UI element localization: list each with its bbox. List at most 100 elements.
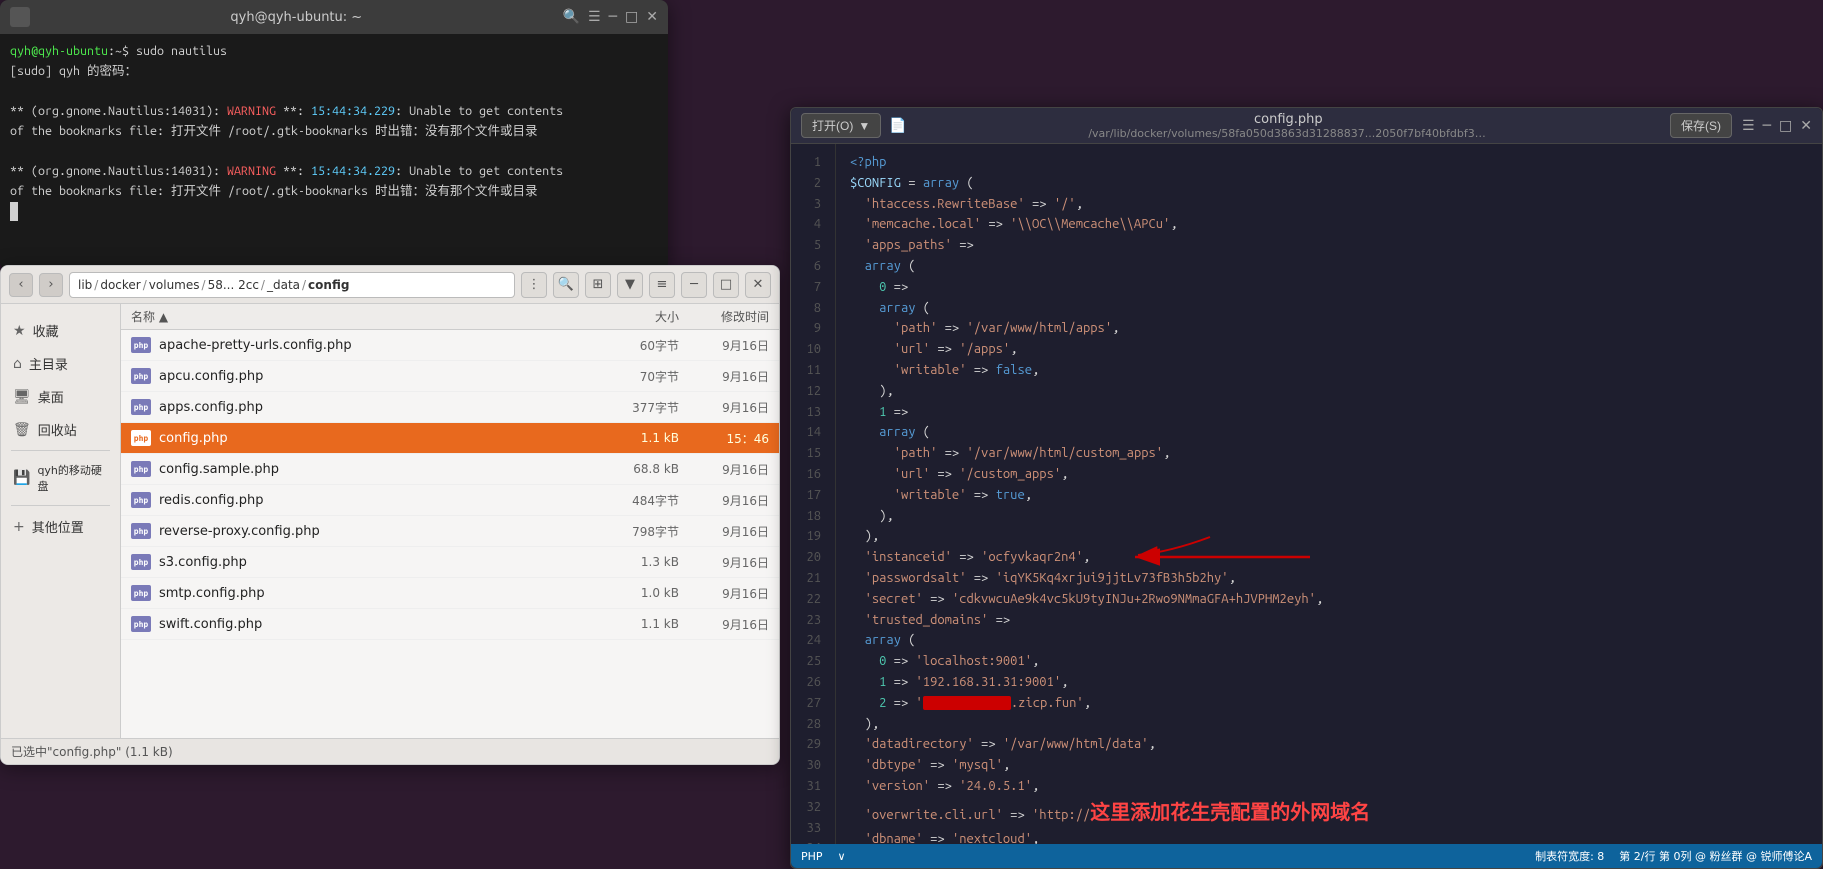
sidebar-item-home[interactable]: ⌂ 主目录 xyxy=(1,347,120,380)
file-name: s3.config.php xyxy=(159,555,599,570)
sidebar-item-other[interactable]: + 其他位置 xyxy=(1,510,120,543)
editor-window: 打开(O) ▼ 📄 config.php /var/lib/docker/vol… xyxy=(790,107,1823,869)
path-bar[interactable]: lib / docker / volumes / 58... 2cc / _da… xyxy=(69,272,515,298)
code-line: 'datadirectory' => '/var/www/html/data', xyxy=(850,734,1822,755)
view-options-button[interactable]: ▼ xyxy=(617,272,643,298)
file-icon: php xyxy=(131,614,151,634)
editor-title: config.php xyxy=(1254,112,1323,127)
file-size: 377字节 xyxy=(599,399,679,416)
search-button[interactable]: 🔍 xyxy=(553,272,579,298)
file-date: 9月16日 xyxy=(679,337,769,354)
code-line: <?php xyxy=(850,152,1822,173)
close-icon[interactable]: ✕ xyxy=(1800,118,1812,134)
fm-content: 名称 ▲ 大小 修改时间 php apache-pretty-urls.conf… xyxy=(121,304,779,738)
file-row[interactable]: php reverse-proxy.config.php 798字节 9月16日 xyxy=(121,516,779,547)
terminal-body[interactable]: qyh@qyh-ubuntu:~$ sudo nautilus [sudo] q… xyxy=(0,34,668,270)
sidebar-label: 回收站 xyxy=(38,420,77,439)
save-button[interactable]: 保存(S) xyxy=(1670,113,1732,138)
sidebar-divider xyxy=(11,450,110,451)
terminal-titlebar: qyh@qyh-ubuntu: ~ 🔍 ☰ ─ □ ✕ xyxy=(0,0,668,34)
language-label[interactable]: PHP xyxy=(801,850,823,863)
file-row-selected[interactable]: php config.php 1.1 kB 15：46 xyxy=(121,423,779,454)
code-line: array ( xyxy=(850,256,1822,277)
maximize-icon[interactable]: □ xyxy=(625,9,638,25)
file-row[interactable]: php apache-pretty-urls.config.php 60字节 9… xyxy=(121,330,779,361)
back-button[interactable]: ‹ xyxy=(9,273,33,297)
drive-icon: 💾 xyxy=(13,470,30,486)
menu-icon[interactable]: ☰ xyxy=(1742,118,1755,134)
sidebar-label: qyh的移动硬盘 xyxy=(37,462,108,494)
file-row[interactable]: php config.sample.php 68.8 kB 9月16日 xyxy=(121,454,779,485)
close-icon[interactable]: ✕ xyxy=(646,9,658,25)
code-line: 'dbtype' => 'mysql', xyxy=(850,755,1822,776)
forward-button[interactable]: › xyxy=(39,273,63,297)
grid-view-button[interactable]: ⊞ xyxy=(585,272,611,298)
file-row[interactable]: php s3.config.php 1.3 kB 9月16日 xyxy=(121,547,779,578)
tab-width[interactable]: 制表符宽度: 8 xyxy=(1535,848,1604,864)
sidebar-item-favorites[interactable]: ★ 收藏 xyxy=(1,314,120,347)
more-options-button[interactable]: ⋮ xyxy=(521,272,547,298)
file-name: reverse-proxy.config.php xyxy=(159,524,599,539)
code-line: 'path' => '/var/www/html/custom_apps', xyxy=(850,443,1822,464)
dropdown-icon: ▼ xyxy=(858,119,870,133)
close-button[interactable]: ✕ xyxy=(745,272,771,298)
file-date: 9月16日 xyxy=(679,554,769,571)
code-line: ), xyxy=(850,714,1822,735)
filemanager-window: ‹ › lib / docker / volumes / 58... 2cc /… xyxy=(0,265,780,765)
file-date: 9月16日 xyxy=(679,492,769,509)
fm-sidebar: ★ 收藏 ⌂ 主目录 🖥 桌面 🗑 回收站 💾 qyh的移动硬盘 xyxy=(1,304,121,738)
file-row[interactable]: php redis.config.php 484字节 9月16日 xyxy=(121,485,779,516)
code-line: 'apps_paths' => xyxy=(850,235,1822,256)
editor-titlebar: 打开(O) ▼ 📄 config.php /var/lib/docker/vol… xyxy=(791,108,1822,144)
file-name: redis.config.php xyxy=(159,493,599,508)
file-name: apps.config.php xyxy=(159,400,599,415)
code-area[interactable]: <?php $CONFIG = array ( 'htaccess.Rewrit… xyxy=(836,144,1822,844)
col-name[interactable]: 名称 ▲ xyxy=(131,308,599,325)
file-row[interactable]: php smtp.config.php 1.0 kB 9月16日 xyxy=(121,578,779,609)
list-view-button[interactable]: ≡ xyxy=(649,272,675,298)
path-part: docker xyxy=(100,278,140,292)
sidebar-item-desktop[interactable]: 🖥 桌面 xyxy=(1,380,120,413)
file-date: 9月16日 xyxy=(679,523,769,540)
sidebar-label: 其他位置 xyxy=(32,517,84,536)
open-button[interactable]: 打开(O) ▼ xyxy=(801,113,881,138)
indent-label: ∨ xyxy=(838,850,846,863)
file-size: 70字节 xyxy=(599,368,679,385)
file-name: apcu.config.php xyxy=(159,369,599,384)
maximize-icon[interactable]: □ xyxy=(1779,118,1792,134)
maximize-button[interactable]: □ xyxy=(713,272,739,298)
minimize-icon[interactable]: ─ xyxy=(609,9,617,25)
file-row[interactable]: php apps.config.php 377字节 9月16日 xyxy=(121,392,779,423)
code-line: array ( xyxy=(850,630,1822,651)
code-line: 'url' => '/apps', xyxy=(850,339,1822,360)
menu-icon[interactable]: ☰ xyxy=(588,9,601,25)
file-icon: php xyxy=(131,583,151,603)
code-line: array ( xyxy=(850,298,1822,319)
plus-icon: + xyxy=(13,519,25,535)
trash-icon: 🗑 xyxy=(13,422,31,438)
file-row[interactable]: php swift.config.php 1.1 kB 9月16日 xyxy=(121,609,779,640)
sidebar-item-trash[interactable]: 🗑 回收站 xyxy=(1,413,120,446)
file-name: apache-pretty-urls.config.php xyxy=(159,338,599,353)
path-separator: / xyxy=(261,278,265,292)
editor-controls: ☰ ─ □ ✕ xyxy=(1742,118,1812,134)
editor-statusbar: PHP ∨ 制表符宽度: 8 第 2/行 第 0列 @ 粉丝群 @ 锐师傅论A xyxy=(791,844,1822,868)
sidebar-divider xyxy=(11,505,110,506)
col-size[interactable]: 大小 xyxy=(599,308,679,325)
editor-body[interactable]: 12345 678910 1112131415 1617181920 21222… xyxy=(791,144,1822,844)
code-line: 0 => 'localhost:9001', xyxy=(850,651,1822,672)
col-date[interactable]: 修改时间 xyxy=(679,308,769,325)
code-line: 1 => xyxy=(850,402,1822,423)
editor-filepath: /var/lib/docker/volumes/58fa050d3863d312… xyxy=(1088,127,1488,140)
minimize-icon[interactable]: ─ xyxy=(1763,118,1771,134)
file-size: 1.1 kB xyxy=(599,431,679,445)
sidebar-item-removable[interactable]: 💾 qyh的移动硬盘 xyxy=(1,455,120,501)
open-label: 打开(O) xyxy=(812,117,853,134)
minimize-button[interactable]: ─ xyxy=(681,272,707,298)
file-size: 798字节 xyxy=(599,523,679,540)
file-row[interactable]: php apcu.config.php 70字节 9月16日 xyxy=(121,361,779,392)
file-icon: php xyxy=(131,552,151,572)
code-line: 'version' => '24.0.5.1', xyxy=(850,776,1822,797)
sidebar-label: 收藏 xyxy=(33,321,59,340)
search-icon[interactable]: 🔍 xyxy=(563,9,580,25)
